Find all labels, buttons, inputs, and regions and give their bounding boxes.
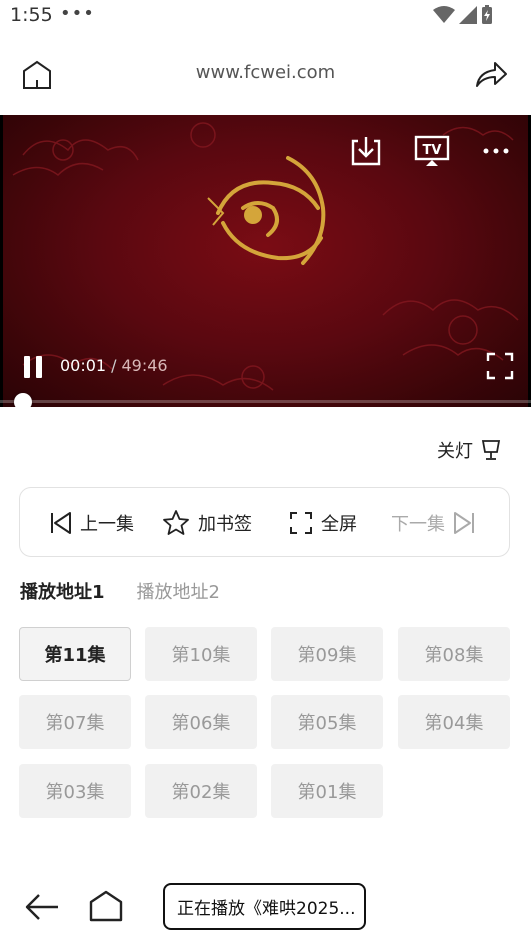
- episode-button[interactable]: 第01集: [271, 764, 383, 818]
- episode-button[interactable]: 第11集: [19, 627, 131, 681]
- fullscreen-icon[interactable]: [486, 352, 514, 380]
- light-off-button[interactable]: 关灯: [437, 437, 501, 463]
- bottom-nav: 正在播放《难哄2025...: [0, 870, 531, 943]
- episode-button[interactable]: 第09集: [271, 627, 383, 681]
- playback-time: 00:01/49:46: [60, 356, 168, 375]
- total-time: 49:46: [121, 356, 168, 375]
- progress-handle[interactable]: [14, 393, 32, 407]
- now-playing-pill[interactable]: 正在播放《难哄2025...: [163, 883, 366, 930]
- next-episode-button[interactable]: 下一集: [391, 488, 475, 558]
- next-episode-label: 下一集: [391, 514, 445, 535]
- playback-controls: 上一集 加书签 全屏 下一集: [19, 487, 510, 557]
- cast-tv-icon[interactable]: TV: [414, 135, 450, 167]
- prev-episode-label: 上一集: [80, 514, 134, 535]
- url-bar[interactable]: www.fcwei.com: [0, 62, 531, 83]
- progress-track[interactable]: [0, 400, 531, 403]
- status-bar: 1:55 •••: [0, 0, 531, 32]
- status-time: 1:55: [10, 4, 53, 26]
- back-arrow-icon[interactable]: [24, 892, 60, 922]
- episode-button[interactable]: 第04集: [398, 695, 510, 749]
- lamp-icon: [481, 440, 501, 460]
- download-icon[interactable]: [349, 134, 383, 168]
- episode-button[interactable]: 第08集: [398, 627, 510, 681]
- more-options-icon[interactable]: [482, 141, 510, 161]
- time-separator: /: [111, 356, 117, 375]
- tab-source-2[interactable]: 播放地址2: [137, 578, 220, 604]
- battery-icon: [482, 5, 492, 24]
- light-off-label: 关灯: [437, 441, 473, 462]
- channel-logo: [207, 156, 326, 265]
- current-time: 00:01: [60, 356, 107, 375]
- episode-button[interactable]: 第05集: [271, 695, 383, 749]
- fullscreen-button[interactable]: 全屏: [289, 488, 357, 558]
- episode-button[interactable]: 第10集: [145, 627, 257, 681]
- episode-button[interactable]: 第06集: [145, 695, 257, 749]
- expand-icon: [290, 512, 312, 534]
- star-icon: [163, 510, 189, 535]
- next-icon: [454, 512, 474, 534]
- pause-icon[interactable]: [22, 355, 44, 379]
- episode-button[interactable]: 第07集: [19, 695, 131, 749]
- cast-tv-label: TV: [423, 143, 442, 158]
- bookmark-button[interactable]: 加书签: [162, 488, 252, 558]
- source-tabs: 播放地址1 播放地址2: [20, 578, 220, 604]
- status-icons: [433, 5, 493, 25]
- tab-source-1[interactable]: 播放地址1: [20, 578, 105, 604]
- signal-icon: [459, 6, 477, 24]
- previous-icon: [51, 512, 71, 534]
- home-nav-icon[interactable]: [88, 888, 124, 924]
- share-icon[interactable]: [473, 56, 509, 92]
- wifi-icon: [433, 6, 455, 23]
- prev-episode-button[interactable]: 上一集: [50, 488, 134, 558]
- episode-button[interactable]: 第03集: [19, 764, 131, 818]
- fullscreen-label: 全屏: [321, 514, 357, 535]
- browser-topbar: www.fcwei.com: [0, 40, 531, 110]
- episode-button[interactable]: 第02集: [145, 764, 257, 818]
- video-player[interactable]: TV 00:01/49:46: [0, 115, 531, 407]
- bookmark-label: 加书签: [198, 514, 252, 535]
- status-more-icon: •••: [60, 3, 95, 24]
